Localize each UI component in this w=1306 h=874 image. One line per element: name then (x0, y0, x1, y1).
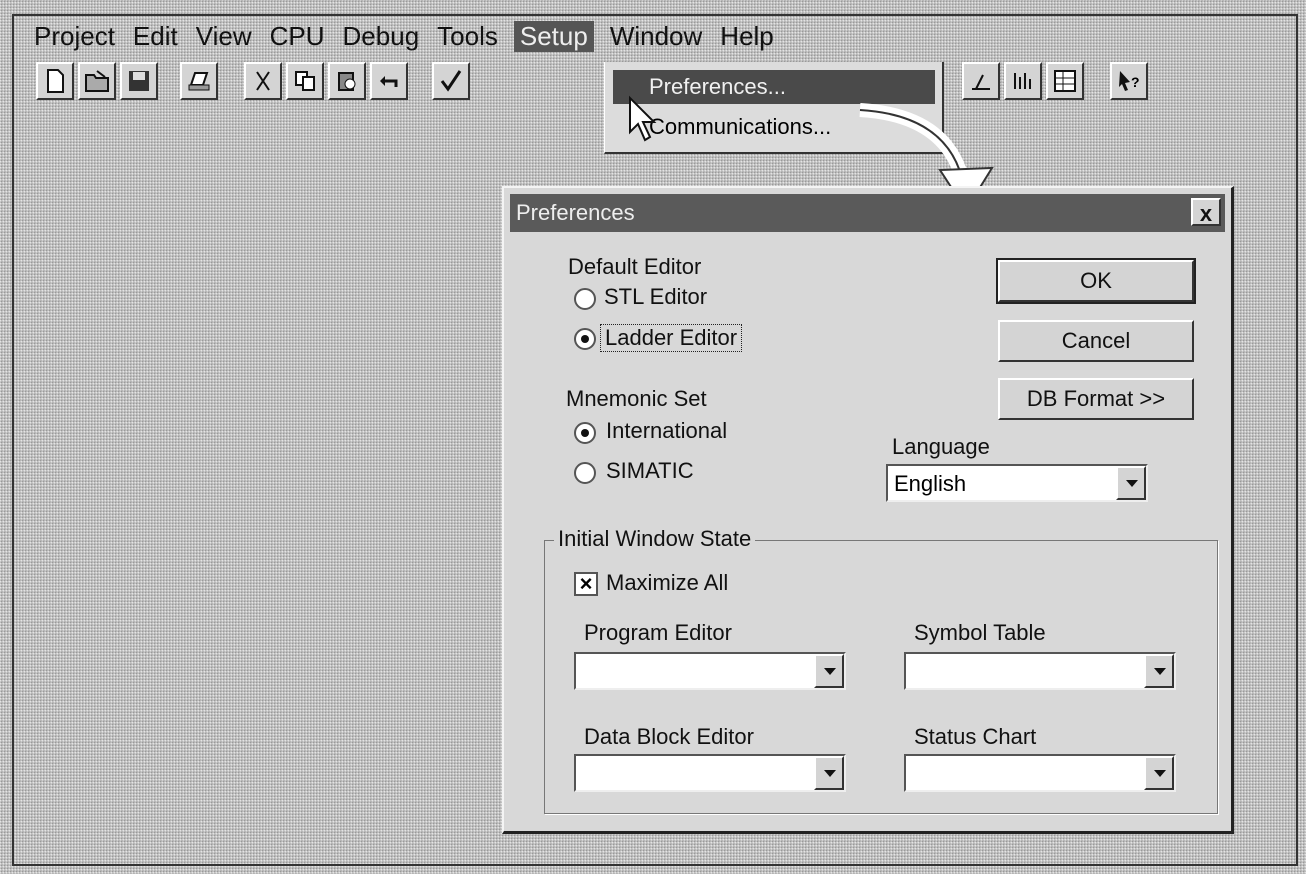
menu-cpu[interactable]: CPU (268, 21, 327, 52)
data-block-editor-select[interactable] (574, 754, 846, 792)
status-chart-label: Status Chart (914, 724, 1037, 749)
preferences-dialog: Preferences x Default Editor STL Editor … (502, 186, 1234, 834)
chevron-down-icon[interactable] (814, 654, 844, 688)
program-editor-label: Program Editor (584, 620, 732, 645)
mnemonic-set-label: Mnemonic Set (566, 386, 707, 411)
undo-icon[interactable] (370, 62, 408, 100)
menu-edit[interactable]: Edit (131, 21, 180, 52)
maximize-all-checkbox[interactable]: × (574, 572, 598, 596)
menu-help[interactable]: Help (718, 21, 775, 52)
international-label[interactable]: International (606, 418, 727, 444)
chevron-down-icon[interactable] (1144, 756, 1174, 790)
default-editor-label: Default Editor (568, 254, 702, 279)
save-icon[interactable] (120, 62, 158, 100)
maximize-all-label[interactable]: Maximize All (606, 570, 728, 596)
cancel-button[interactable]: Cancel (998, 320, 1194, 362)
stl-editor-radio[interactable] (574, 288, 596, 310)
program-editor-select[interactable] (574, 652, 846, 690)
paste-icon[interactable] (328, 62, 366, 100)
print-icon[interactable] (180, 62, 218, 100)
symbol-table-select[interactable] (904, 652, 1176, 690)
ladder-editor-label[interactable]: Ladder Editor (600, 324, 743, 352)
menu-bar: Project Edit View CPU Debug Tools Setup … (32, 16, 790, 56)
new-icon[interactable] (36, 62, 74, 100)
menu-tools[interactable]: Tools (435, 21, 500, 52)
status-chart-select[interactable] (904, 754, 1176, 792)
cut-icon[interactable] (244, 62, 282, 100)
stl-editor-label[interactable]: STL Editor (604, 284, 707, 310)
open-icon[interactable] (78, 62, 116, 100)
simatic-radio[interactable] (574, 462, 596, 484)
help-icon[interactable]: ? (1110, 62, 1148, 100)
language-label: Language (892, 434, 990, 459)
language-select[interactable]: English (886, 464, 1148, 502)
svg-text:?: ? (1131, 74, 1140, 90)
table-icon[interactable] (1046, 62, 1084, 100)
initial-window-state-label: Initial Window State (554, 526, 756, 552)
ladder-editor-radio[interactable] (574, 328, 596, 350)
chevron-down-icon[interactable] (1116, 466, 1146, 500)
menu-view[interactable]: View (194, 21, 254, 52)
symbol-table-label: Symbol Table (914, 620, 1046, 645)
data-block-editor-label: Data Block Editor (584, 724, 754, 749)
copy-icon[interactable] (286, 62, 324, 100)
menu-debug[interactable]: Debug (341, 21, 422, 52)
dialog-titlebar: Preferences x (510, 194, 1225, 232)
chevron-down-icon[interactable] (814, 756, 844, 790)
menu-window[interactable]: Window (608, 21, 704, 52)
check-icon[interactable] (432, 62, 470, 100)
simatic-label[interactable]: SIMATIC (606, 458, 694, 484)
menu-setup[interactable]: Setup (513, 20, 594, 52)
chevron-down-icon[interactable] (1144, 654, 1174, 688)
close-button[interactable]: x (1191, 198, 1221, 226)
language-value: English (894, 471, 967, 496)
ok-button[interactable]: OK (996, 258, 1196, 304)
menu-project[interactable]: Project (32, 21, 117, 52)
db-format-button[interactable]: DB Format >> (998, 378, 1194, 420)
dialog-title: Preferences (516, 200, 635, 225)
international-radio[interactable] (574, 422, 596, 444)
